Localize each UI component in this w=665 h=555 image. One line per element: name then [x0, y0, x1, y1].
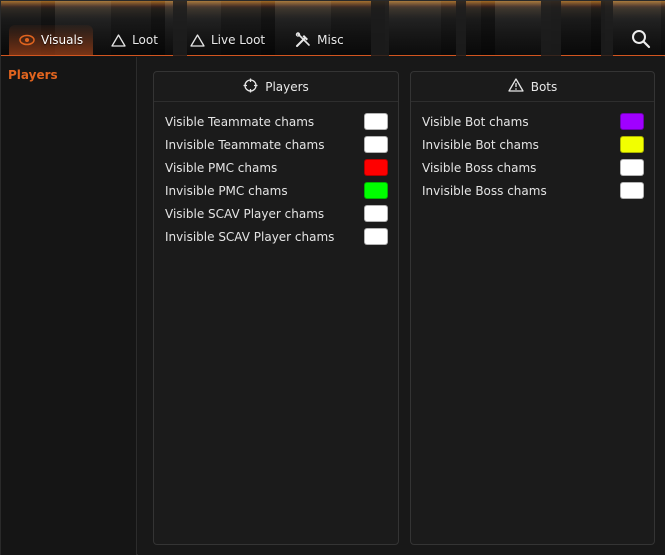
- sidebar-item-label: Players: [8, 68, 58, 82]
- color-swatch[interactable]: [620, 159, 644, 176]
- setting-label: Visible Bot chams: [422, 114, 529, 129]
- color-swatch[interactable]: [364, 159, 388, 176]
- setting-label: Invisible Bot chams: [422, 137, 539, 152]
- tab-misc[interactable]: Misc: [285, 25, 354, 55]
- tab-live-loot[interactable]: Live Loot: [180, 25, 275, 55]
- setting-label: Visible Boss chams: [422, 160, 537, 175]
- color-swatch[interactable]: [364, 228, 388, 245]
- bots-rows: Visible Bot chams Invisible Bot chams Vi…: [411, 102, 654, 202]
- color-swatch[interactable]: [620, 182, 644, 199]
- tools-icon: [295, 32, 311, 48]
- color-swatch[interactable]: [620, 113, 644, 130]
- color-swatch[interactable]: [364, 136, 388, 153]
- setting-label: Invisible SCAV Player chams: [165, 229, 335, 244]
- panel-header: Players: [154, 72, 398, 102]
- tab-label: Loot: [132, 33, 158, 47]
- color-swatch[interactable]: [620, 136, 644, 153]
- top-bar: Visuals Loot Live Loot Misc: [1, 1, 665, 56]
- players-rows: Visible Teammate chams Invisible Teammat…: [154, 102, 398, 248]
- panel-title: Players: [265, 79, 309, 94]
- setting-row: Invisible Boss chams: [422, 179, 644, 202]
- app-window: Visuals Loot Live Loot Misc Players Play…: [0, 0, 665, 555]
- warning-triangle-icon: [190, 33, 205, 47]
- crosshair-icon: [243, 78, 258, 96]
- setting-label: Invisible Boss chams: [422, 183, 547, 198]
- setting-label: Visible PMC chams: [165, 160, 278, 175]
- bots-panel: Bots Visible Bot chams Invisible Bot cha…: [410, 71, 655, 545]
- color-swatch[interactable]: [364, 205, 388, 222]
- setting-row: Visible PMC chams: [165, 156, 388, 179]
- setting-row: Invisible PMC chams: [165, 179, 388, 202]
- setting-label: Visible Teammate chams: [165, 114, 315, 129]
- tab-visuals[interactable]: Visuals: [9, 25, 94, 55]
- main-content: Players Visible Teammate chams Invisible…: [138, 57, 665, 555]
- color-swatch[interactable]: [364, 113, 388, 130]
- setting-row: Invisible SCAV Player chams: [165, 225, 388, 248]
- sidebar: Players: [1, 57, 137, 555]
- background-tree: [456, 1, 466, 56]
- eye-icon: [19, 34, 35, 46]
- setting-label: Invisible PMC chams: [165, 183, 288, 198]
- background-tree: [541, 1, 561, 56]
- setting-row: Invisible Bot chams: [422, 133, 644, 156]
- setting-row: Visible SCAV Player chams: [165, 202, 388, 225]
- tab-label: Visuals: [41, 33, 84, 47]
- setting-label: Visible SCAV Player chams: [165, 206, 325, 221]
- setting-row: Invisible Teammate chams: [165, 133, 388, 156]
- setting-row: Visible Teammate chams: [165, 110, 388, 133]
- setting-row: Visible Boss chams: [422, 156, 644, 179]
- players-panel: Players Visible Teammate chams Invisible…: [153, 71, 399, 545]
- warning-triangle-icon: [111, 33, 126, 47]
- tab-label: Misc: [317, 33, 344, 47]
- tab-loot[interactable]: Loot: [101, 25, 168, 55]
- setting-label: Invisible Teammate chams: [165, 137, 325, 152]
- background-tree: [371, 1, 389, 56]
- background-tree: [601, 1, 613, 56]
- search-icon[interactable]: [630, 28, 652, 50]
- tab-label: Live Loot: [210, 33, 266, 47]
- panel-title: Bots: [530, 79, 558, 94]
- warning-triangle-icon: [508, 78, 524, 95]
- tab-bar: Visuals Loot Live Loot Misc: [9, 25, 354, 55]
- panel-header: Bots: [411, 72, 654, 102]
- setting-row: Visible Bot chams: [422, 110, 644, 133]
- color-swatch[interactable]: [364, 182, 388, 199]
- sidebar-item-players[interactable]: Players: [1, 57, 136, 93]
